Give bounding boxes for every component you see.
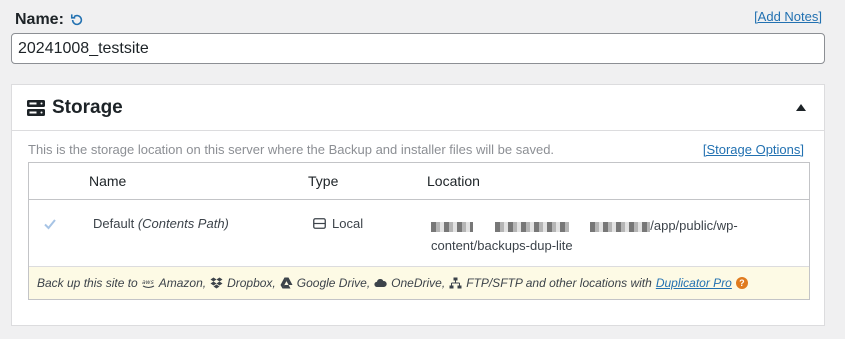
checkmark-icon[interactable] <box>43 217 57 231</box>
col-type-header: Type <box>308 173 339 189</box>
server-icon <box>27 99 45 116</box>
storage-name-text: Default <box>93 216 135 231</box>
backup-name-input[interactable] <box>11 33 825 64</box>
storage-location: /app/public/wp- content/backups-dup-lite <box>431 216 771 256</box>
col-name-header: Name <box>89 173 127 189</box>
refresh-icon[interactable] <box>70 13 84 27</box>
storage-description: This is the storage location on this ser… <box>28 142 555 157</box>
col-location-header: Location <box>427 173 480 189</box>
promo-ftp: FTP/SFTP and other locations with <box>466 276 652 290</box>
add-notes-link[interactable]: [Add Notes] <box>754 9 822 24</box>
redacted-path-segment <box>494 221 569 232</box>
promo-lead: Back up this site to <box>37 276 138 290</box>
table-header-row: Name Type Location <box>29 163 809 200</box>
promo-gdrive: Google Drive, <box>296 276 371 290</box>
name-label: Name: <box>15 11 84 29</box>
storage-title: Storage <box>52 96 123 118</box>
location-path-part1: /app/public/wp- <box>650 218 738 233</box>
promo-banner: Back up this site to aws Amazon, Dropbox… <box>29 266 809 299</box>
storage-panel-header[interactable]: Storage <box>12 85 824 131</box>
help-icon[interactable]: ? <box>735 277 748 289</box>
cloud-icon <box>374 278 387 287</box>
duplicator-pro-link[interactable]: Duplicator Pro <box>656 276 732 290</box>
table-row: Default (Contents Path) Local /app/publi… <box>29 200 809 267</box>
storage-name-suffix: (Contents Path) <box>137 216 229 231</box>
storage-panel: Storage This is the storage location on … <box>11 84 825 326</box>
dropbox-icon <box>210 277 223 289</box>
amazon-icon: aws <box>142 279 154 288</box>
redacted-path-segment <box>431 221 473 232</box>
svg-text:aws: aws <box>142 279 154 286</box>
storage-name: Default (Contents Path) <box>93 216 229 231</box>
hard-drive-icon <box>313 218 326 229</box>
storage-table: Name Type Location Default (Contents Pat… <box>28 162 810 300</box>
name-label-text: Name: <box>15 11 64 28</box>
promo-dropbox: Dropbox, <box>227 276 276 290</box>
redacted-path-segment <box>590 221 651 232</box>
collapse-arrow-icon[interactable] <box>796 104 806 111</box>
promo-onedrive: OneDrive, <box>391 276 446 290</box>
storage-options-link[interactable]: [Storage Options] <box>703 142 804 157</box>
location-path-part2: content/backups-dup-lite <box>431 238 573 253</box>
storage-type-text: Local <box>332 216 364 231</box>
network-icon <box>449 277 462 289</box>
promo-amazon: Amazon, <box>158 276 207 290</box>
storage-type: Local <box>313 216 363 231</box>
google-drive-icon <box>280 277 293 289</box>
